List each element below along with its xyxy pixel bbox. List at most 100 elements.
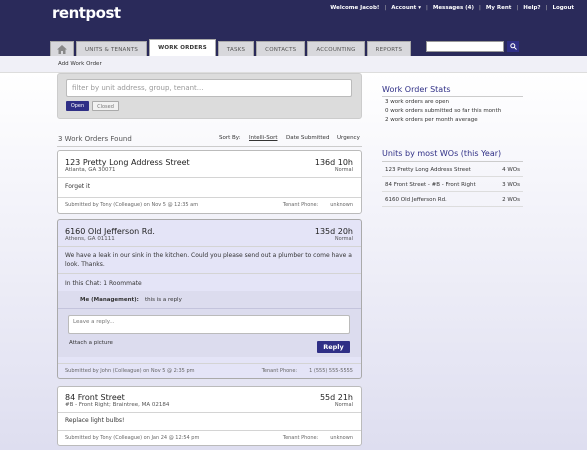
caret-down-icon: ▾ (418, 5, 421, 11)
top-nav: Welcome Jacob! | Account ▾ | Messages (4… (325, 5, 579, 11)
work-order-age: 135d 20h (314, 227, 353, 236)
tab-accounting[interactable]: ACCOUNTING (307, 41, 365, 57)
unit-wo-count: 2 WOs (502, 197, 520, 203)
divider (58, 412, 361, 413)
stat-this-month: 0 work orders submitted so far this mont… (385, 108, 502, 114)
work-order-priority: Normal (334, 167, 353, 173)
account-menu[interactable]: Account ▾ (386, 5, 426, 11)
divider (57, 146, 362, 147)
submitted-info: Submitted by Tony (Colleague) on Nov 5 @… (65, 202, 198, 208)
tenant-phone-label: Tenant Phone: (261, 368, 298, 374)
work-order-address[interactable]: 84 Front Street (65, 393, 125, 402)
sort-intelli[interactable]: Intelli-Sort (249, 135, 278, 141)
submitted-prefix: Submitted by (65, 368, 99, 374)
divider (58, 273, 361, 274)
tenant-phone-value: unknown (330, 202, 353, 208)
results-count: 3 Work Orders Found (58, 135, 132, 143)
work-order-city: Athens, GA 01111 (65, 236, 115, 242)
messages-link[interactable]: Messages (4) (428, 5, 479, 11)
reply-button[interactable]: Reply (317, 341, 350, 353)
stat-average: 2 work orders per month average (385, 117, 478, 123)
my-rent-link[interactable]: My Rent (481, 5, 516, 11)
work-order-age: 55d 21h (319, 393, 353, 402)
divider (58, 430, 361, 431)
sort-urgency[interactable]: Urgency (337, 135, 360, 141)
add-work-order-link[interactable]: Add Work Order (58, 61, 102, 67)
submitted-info: Submitted by John (Colleague) on Nov 5 @… (65, 368, 195, 374)
home-icon (57, 45, 67, 54)
tenant-phone-value: 1 (555) 555-5555 (309, 368, 353, 374)
closed-filter-button[interactable]: Closed (92, 101, 119, 111)
unit-name: 6160 Old Jefferson Rd. (385, 197, 447, 203)
divider (58, 197, 361, 198)
chat-author: Me (Management): (80, 297, 139, 303)
tab-home[interactable] (50, 41, 74, 57)
attach-picture-link[interactable]: Attach a picture (69, 340, 113, 346)
submitted-prefix: Submitted by (65, 202, 99, 208)
units-by-wos-title: Units by most WOs (this Year) (382, 149, 502, 158)
tenant-phone: Tenant Phone: unknown (283, 202, 353, 208)
work-order-address[interactable]: 6160 Old Jefferson Rd. (65, 227, 155, 236)
help-link[interactable]: Help? (518, 5, 545, 11)
work-order-city: #B - Front Right; Braintree, MA 02184 (65, 402, 170, 408)
submitted-date: on Nov 5 @ 2:35 pm (143, 368, 195, 374)
tenant-phone-label: Tenant Phone: (282, 202, 319, 208)
tab-work-orders[interactable]: WORK ORDERS (149, 39, 216, 57)
work-order-address[interactable]: 123 Pretty Long Address Street (65, 158, 190, 167)
work-order-city: Atlanta, GA 30071 (65, 167, 116, 173)
work-order-card-expanded[interactable]: 6160 Old Jefferson Rd. Athens, GA 01111 … (57, 219, 362, 379)
submitted-prefix: Submitted by (65, 435, 99, 441)
work-order-card[interactable]: 84 Front Street #B - Front Right; Braint… (57, 386, 362, 446)
divider (58, 246, 361, 247)
unit-row[interactable]: 123 Pretty Long Address Street 4 WOs (382, 163, 523, 177)
chat-message: this is a reply (145, 297, 182, 303)
divider (58, 308, 361, 309)
logout-link[interactable]: Logout (547, 5, 579, 11)
divider (58, 363, 361, 364)
sub-toolbar: Add Work Order (0, 56, 587, 73)
sort-date-submitted[interactable]: Date Submitted (286, 135, 329, 141)
submitter-name: John (Colleague) (100, 368, 142, 374)
work-order-stats-title: Work Order Stats (382, 85, 451, 94)
work-order-description: Replace light bulbs! (65, 417, 125, 424)
divider (382, 96, 523, 97)
open-filter-button[interactable]: Open (66, 101, 89, 111)
chat-area: Me (Management): this is a reply Leave a… (58, 291, 361, 357)
tenant-phone-label: Tenant Phone: (282, 435, 319, 441)
tenant-phone-value: unknown (330, 435, 353, 441)
work-order-description: Forget it (65, 183, 91, 190)
chat-participants: In this Chat: 1 Roommate (65, 280, 142, 287)
unit-wo-count: 4 WOs (502, 167, 520, 173)
work-order-priority: Normal (334, 402, 353, 408)
submitted-date: on Jan 24 @ 12:54 pm (143, 435, 200, 441)
unit-name: 123 Pretty Long Address Street (385, 167, 471, 173)
reply-textarea[interactable]: Leave a reply... (68, 315, 350, 334)
welcome-text: Welcome Jacob! (330, 5, 380, 11)
filter-input[interactable]: filter by unit address, group, tenant... (66, 79, 352, 97)
work-order-card[interactable]: 123 Pretty Long Address Street Atlanta, … (57, 150, 362, 214)
submitter-name: Tony (Colleague) (100, 435, 143, 441)
tab-reports[interactable]: REPORTS (366, 41, 412, 57)
tenant-phone: Tenant Phone: unknown (283, 435, 353, 441)
sort-by-label: Sort By: (219, 135, 241, 141)
top-header: rentpost Welcome Jacob! | Account ▾ | Me… (0, 0, 587, 57)
global-search-input[interactable] (426, 41, 504, 52)
tenant-phone: Tenant Phone: 1 (555) 555-5555 (262, 368, 353, 374)
work-order-description: We have a leak in our sink in the kitche… (65, 252, 352, 268)
submitter-name: Tony (Colleague) (100, 202, 143, 208)
search-icon (509, 43, 517, 50)
work-order-priority: Normal (334, 236, 353, 242)
tab-tasks[interactable]: TASKS (217, 41, 255, 57)
tab-contacts[interactable]: CONTACTS (256, 41, 306, 57)
submitted-info: Submitted by Tony (Colleague) on Jan 24 … (65, 435, 199, 441)
unit-name: 84 Front Street - #B - Front Right (385, 182, 476, 188)
search-button[interactable] (507, 41, 519, 52)
unit-row[interactable]: 84 Front Street - #B - Front Right 3 WOs (382, 178, 523, 192)
divider (58, 177, 361, 178)
tab-units-tenants[interactable]: UNITS & TENANTS (76, 41, 148, 57)
unit-row[interactable]: 6160 Old Jefferson Rd. 2 WOs (382, 193, 523, 207)
rentpost-logo[interactable]: rentpost (52, 4, 121, 22)
reply-placeholder: Leave a reply... (73, 319, 115, 325)
main-tabs: UNITS & TENANTS WORK ORDERS TASKS CONTAC… (50, 39, 413, 57)
submitted-date: on Nov 5 @ 12:35 am (143, 202, 199, 208)
